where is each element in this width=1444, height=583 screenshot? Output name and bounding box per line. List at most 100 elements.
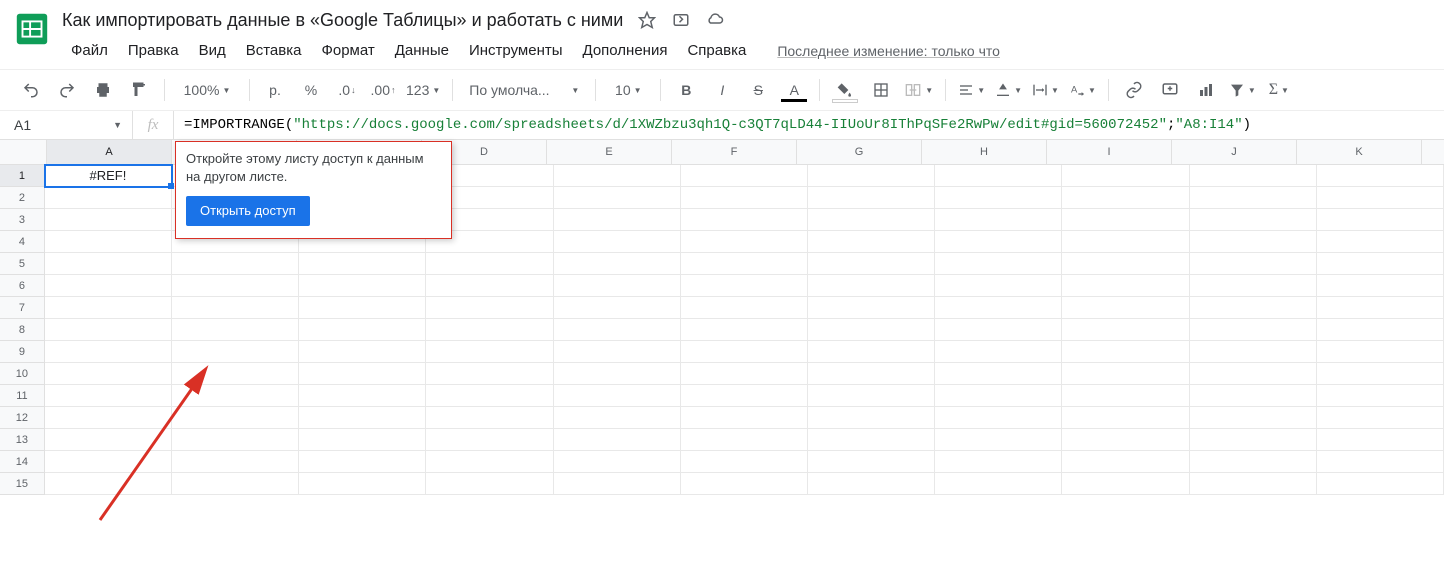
row-header[interactable]: 10 [0, 363, 45, 385]
cell[interactable] [45, 341, 172, 363]
cell[interactable] [299, 363, 426, 385]
merge-cells-button[interactable]: ▼ [900, 76, 937, 104]
cell[interactable] [935, 231, 1062, 253]
cell[interactable] [299, 407, 426, 429]
menu-tools[interactable]: Инструменты [460, 38, 572, 63]
formula-input[interactable]: =IMPORTRANGE("https://docs.google.com/sp… [174, 117, 1444, 133]
cell[interactable] [1317, 187, 1444, 209]
cell[interactable] [1317, 407, 1444, 429]
cell[interactable] [1317, 275, 1444, 297]
row-header[interactable]: 13 [0, 429, 45, 451]
cell[interactable] [935, 341, 1062, 363]
cell[interactable] [1190, 231, 1317, 253]
cell[interactable] [935, 165, 1062, 187]
cell[interactable] [172, 407, 299, 429]
cell[interactable] [808, 187, 935, 209]
cell[interactable] [554, 319, 681, 341]
cell[interactable] [426, 319, 553, 341]
cell[interactable] [1062, 451, 1189, 473]
row-header[interactable]: 14 [0, 451, 45, 473]
cell[interactable] [1317, 385, 1444, 407]
cell[interactable] [1062, 473, 1189, 495]
cell[interactable] [1317, 253, 1444, 275]
cell[interactable] [808, 429, 935, 451]
cell[interactable] [681, 187, 808, 209]
cell[interactable] [1062, 297, 1189, 319]
cell[interactable] [808, 231, 935, 253]
cell[interactable] [426, 429, 553, 451]
cell[interactable] [681, 341, 808, 363]
cell[interactable] [1317, 209, 1444, 231]
spreadsheet-grid[interactable]: A B C D E F G H I J K 1#REF!234567891011… [0, 140, 1444, 495]
cell[interactable] [45, 451, 172, 473]
font-size-select[interactable]: 10▼ [604, 76, 652, 104]
cell[interactable] [681, 451, 808, 473]
fill-color-button[interactable] [828, 76, 862, 104]
menu-addons[interactable]: Дополнения [574, 38, 677, 63]
cell[interactable]: #REF! [45, 165, 172, 187]
cell[interactable] [808, 407, 935, 429]
cell[interactable] [681, 319, 808, 341]
cell[interactable] [808, 319, 935, 341]
row-header[interactable]: 4 [0, 231, 45, 253]
cell[interactable] [1190, 473, 1317, 495]
cell[interactable] [1317, 363, 1444, 385]
menu-help[interactable]: Справка [678, 38, 755, 63]
horizontal-align-button[interactable]: ▼ [954, 76, 989, 104]
row-header[interactable]: 5 [0, 253, 45, 275]
cell[interactable] [426, 451, 553, 473]
cell[interactable] [935, 253, 1062, 275]
cell[interactable] [808, 451, 935, 473]
move-icon[interactable] [671, 10, 691, 30]
row-header[interactable]: 9 [0, 341, 45, 363]
cell[interactable] [1062, 319, 1189, 341]
cell[interactable] [1062, 275, 1189, 297]
decrease-decimal-button[interactable]: .0↓ [330, 76, 364, 104]
cell[interactable] [299, 341, 426, 363]
menu-format[interactable]: Формат [312, 38, 383, 63]
cell[interactable] [426, 341, 553, 363]
cell[interactable] [554, 253, 681, 275]
cell[interactable] [172, 473, 299, 495]
cell[interactable] [681, 407, 808, 429]
row-header[interactable]: 6 [0, 275, 45, 297]
cell[interactable] [1190, 275, 1317, 297]
menu-edit[interactable]: Правка [119, 38, 188, 63]
cell[interactable] [554, 407, 681, 429]
cell[interactable] [554, 209, 681, 231]
cell[interactable] [426, 363, 553, 385]
cell[interactable] [1190, 451, 1317, 473]
number-format-select[interactable]: 123▼ [402, 76, 444, 104]
cell[interactable] [1317, 473, 1444, 495]
star-icon[interactable] [637, 10, 657, 30]
cell[interactable] [1190, 385, 1317, 407]
cell[interactable] [299, 319, 426, 341]
cell[interactable] [172, 297, 299, 319]
cell[interactable] [172, 363, 299, 385]
cell[interactable] [299, 473, 426, 495]
cell[interactable] [935, 385, 1062, 407]
undo-button[interactable] [14, 76, 48, 104]
row-header[interactable]: 3 [0, 209, 45, 231]
cell[interactable] [808, 473, 935, 495]
cell[interactable] [1190, 429, 1317, 451]
cell[interactable] [808, 253, 935, 275]
cell[interactable] [45, 209, 172, 231]
cell[interactable] [554, 165, 681, 187]
cell[interactable] [299, 451, 426, 473]
cell[interactable] [681, 429, 808, 451]
cell[interactable] [172, 341, 299, 363]
increase-decimal-button[interactable]: .00↑ [366, 76, 400, 104]
cell[interactable] [45, 275, 172, 297]
cell[interactable] [935, 407, 1062, 429]
cell[interactable] [935, 209, 1062, 231]
cell[interactable] [1190, 363, 1317, 385]
cell[interactable] [554, 297, 681, 319]
cell[interactable] [299, 297, 426, 319]
paint-format-button[interactable] [122, 76, 156, 104]
create-filter-button[interactable]: ▼ [1225, 76, 1260, 104]
cell[interactable] [45, 473, 172, 495]
bold-button[interactable]: B [669, 76, 703, 104]
cell[interactable] [1317, 165, 1444, 187]
cell[interactable] [1062, 253, 1189, 275]
